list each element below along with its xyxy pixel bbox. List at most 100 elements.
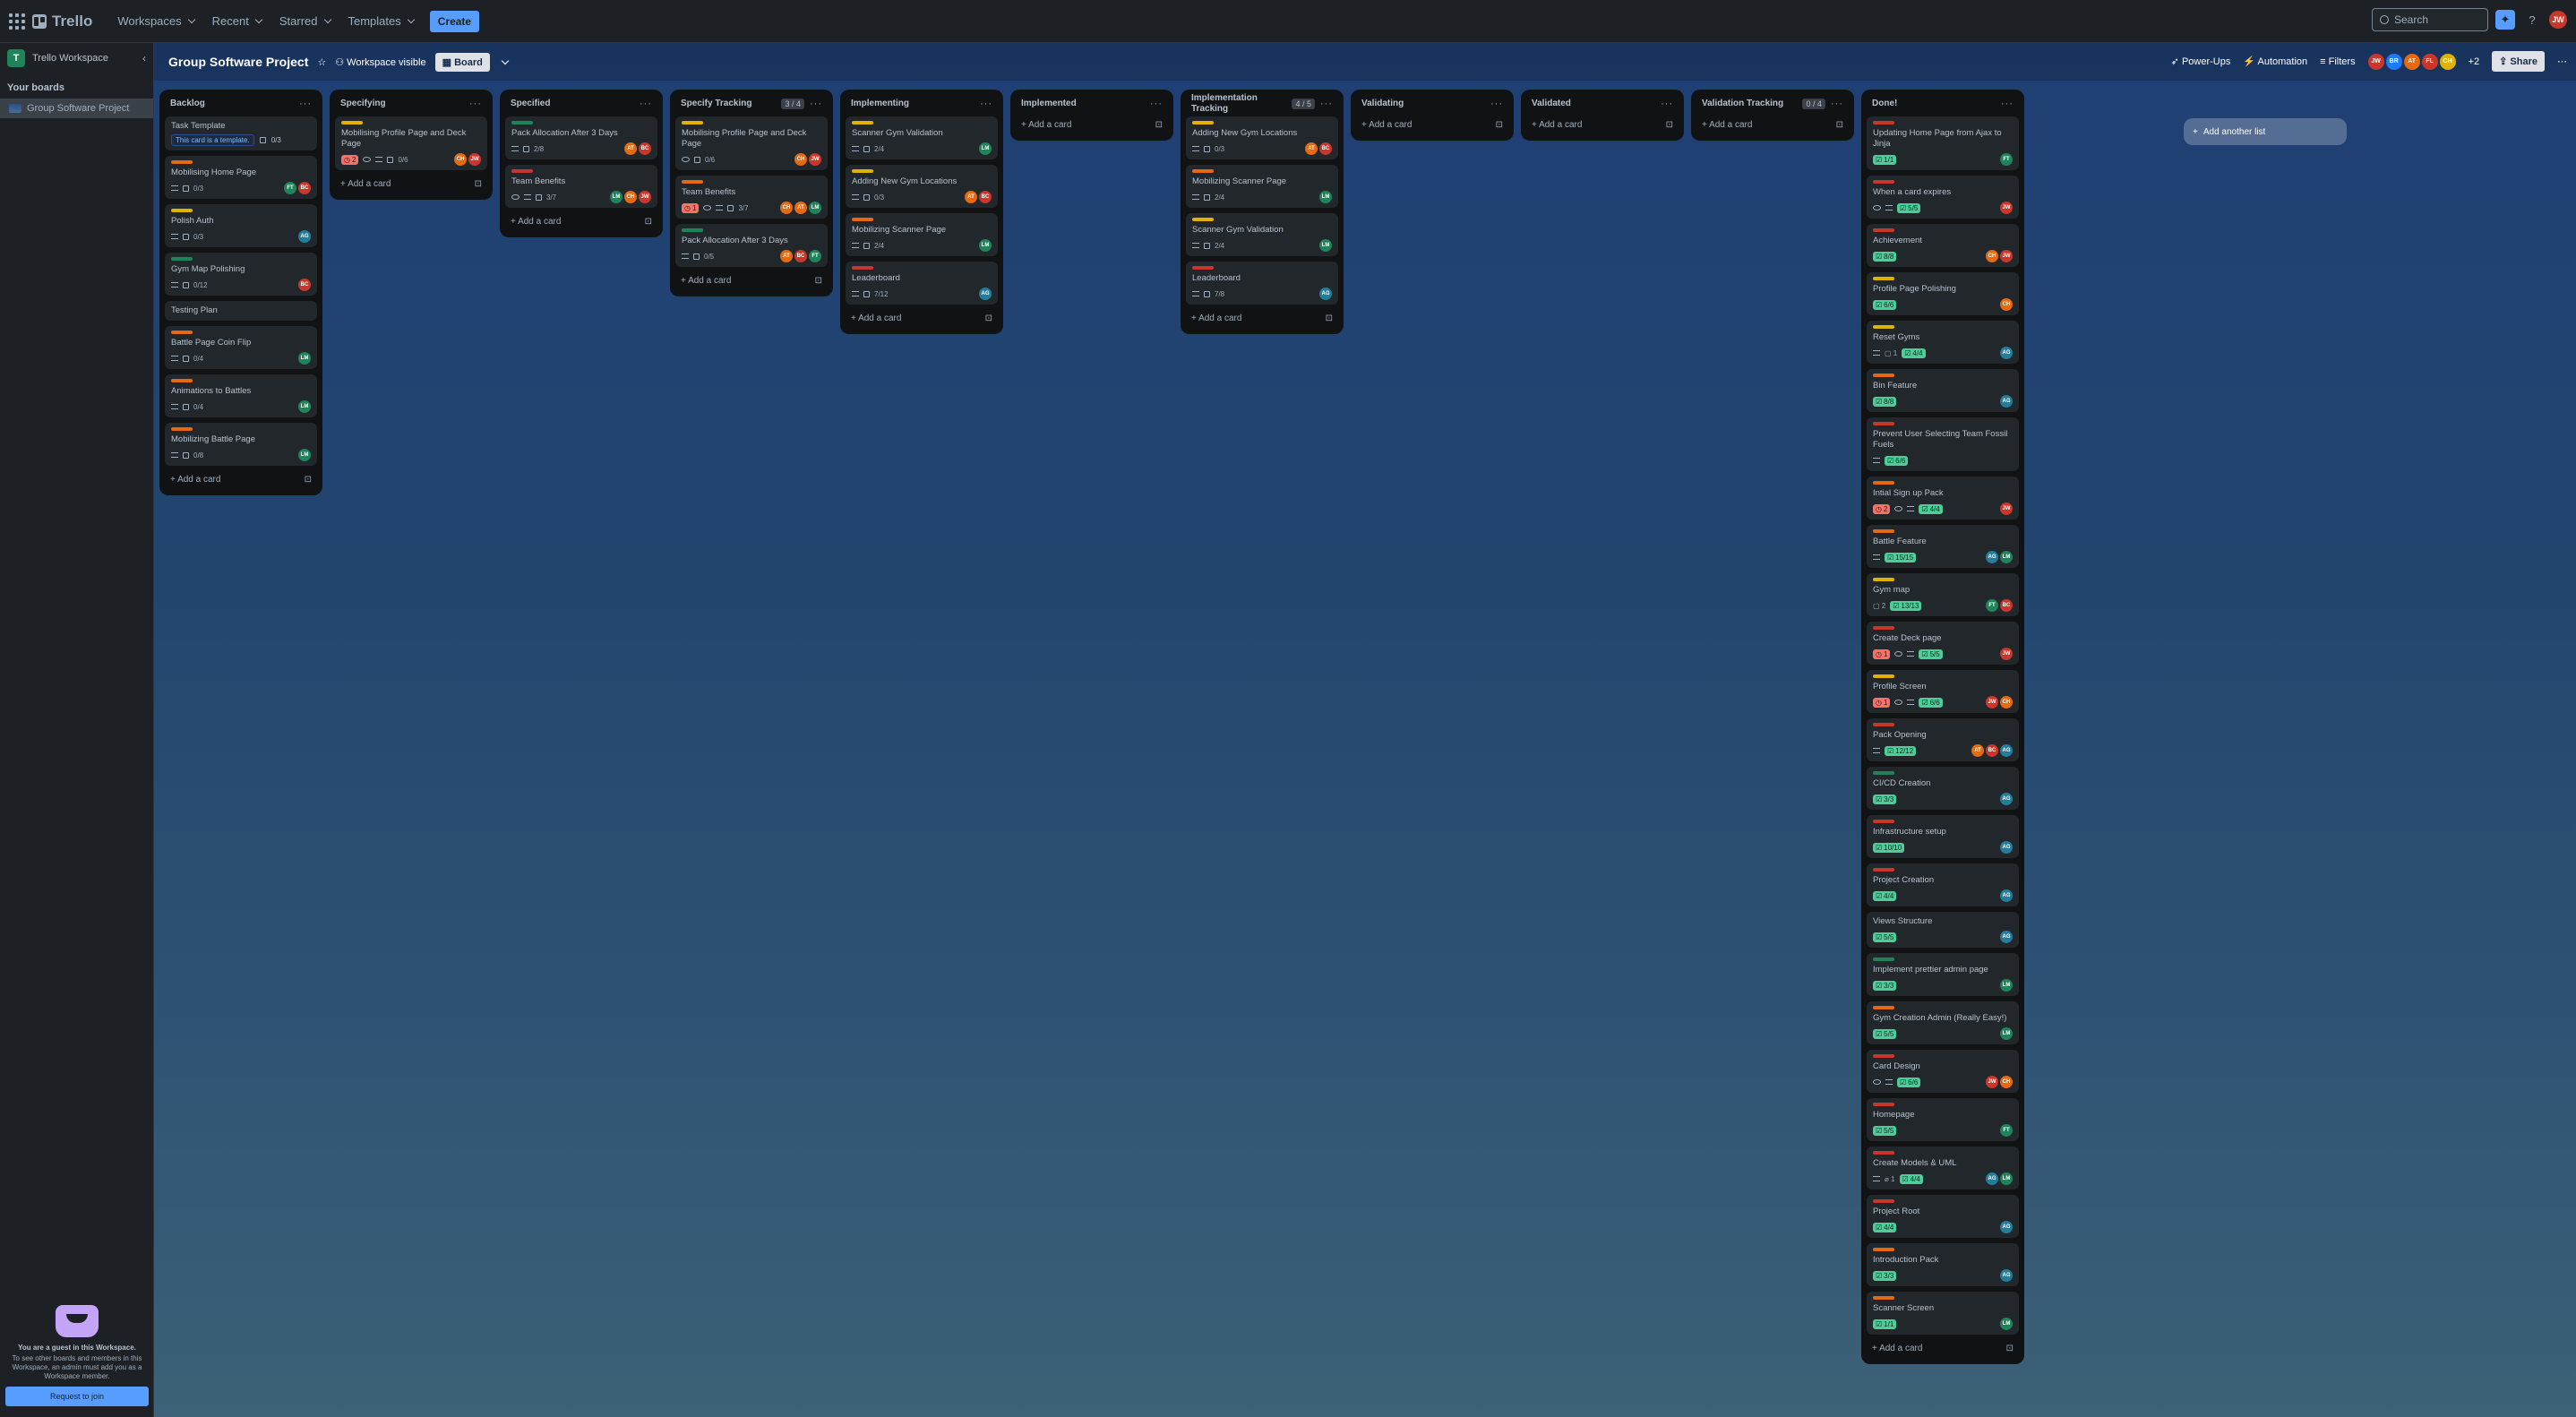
- member-avatar[interactable]: JW: [2000, 502, 2013, 515]
- card-label[interactable]: [171, 257, 193, 261]
- board-view-button[interactable]: ▦ Board: [434, 52, 490, 72]
- sidebar-item-group-software-project[interactable]: Group Software Project: [0, 99, 153, 118]
- card[interactable]: Updating Home Page from Ajax to Jinja ☑ 1/…: [1867, 116, 2019, 170]
- card[interactable]: When a card expires ☑ 5/5 JW: [1867, 176, 2019, 219]
- card[interactable]: Pack Allocation After 3 Days 0/5 AT BC FT: [675, 224, 828, 267]
- card[interactable]: Intial Sign up Pack ◷ 2 ☑ 4/4 JW: [1867, 477, 2019, 520]
- member-avatar[interactable]: LM: [298, 352, 311, 365]
- card[interactable]: Polish Auth 0/3 AG: [165, 204, 317, 247]
- member-avatar[interactable]: JW: [468, 153, 481, 166]
- add-card-button[interactable]: + Add a card ⊡: [165, 471, 317, 488]
- member-avatar[interactable]: CH: [454, 153, 467, 166]
- card-label[interactable]: [1873, 1054, 1894, 1058]
- list-menu-icon[interactable]: ···: [1320, 99, 1333, 109]
- member-avatar[interactable]: LM: [2000, 1172, 2013, 1185]
- add-another-list-button[interactable]: + Add another list: [2184, 118, 2347, 145]
- card[interactable]: Mobilizing Scanner Page 2/4 LM: [1186, 165, 1338, 208]
- member-avatar[interactable]: LM: [809, 202, 821, 214]
- board-members[interactable]: JW BR AT FL CH: [2367, 53, 2456, 70]
- member-avatar[interactable]: CH: [1986, 250, 1998, 262]
- card[interactable]: Profile Page Polishing ☑ 6/6 CH: [1867, 272, 2019, 315]
- card[interactable]: Implement prettier admin page ☑ 3/3 LM: [1867, 953, 2019, 996]
- power-ups-button[interactable]: ➶ Power-Ups: [2171, 56, 2231, 67]
- member-avatar[interactable]: JW: [2000, 250, 2013, 262]
- card[interactable]: Card Design ☑ 6/6 JW CH: [1867, 1050, 2019, 1093]
- trello-logo[interactable]: Trello: [32, 13, 92, 30]
- list-title[interactable]: Validated: [1532, 99, 1571, 109]
- card[interactable]: CI/CD Creation ☑ 3/3 AG: [1867, 767, 2019, 810]
- card-label[interactable]: [1873, 325, 1894, 329]
- add-card-button[interactable]: + Add a card ⊡: [1356, 116, 1508, 133]
- member-avatar[interactable]: CH: [2000, 1076, 2013, 1088]
- card[interactable]: Scanner Gym Validation 2/4 LM: [1186, 213, 1338, 256]
- member-avatar[interactable]: BC: [979, 191, 992, 203]
- card-label[interactable]: [682, 121, 703, 125]
- member-avatar[interactable]: CH: [794, 153, 807, 166]
- member-avatar[interactable]: AT: [794, 202, 807, 214]
- member-avatar[interactable]: AT: [1971, 744, 1984, 757]
- list-menu-icon[interactable]: ···: [810, 99, 822, 109]
- card[interactable]: Scanner Gym Validation 2/4 LM: [846, 116, 998, 159]
- card-label[interactable]: [852, 169, 873, 173]
- member-avatar[interactable]: LM: [979, 239, 992, 252]
- create-from-template-icon[interactable]: ⊡: [2006, 1344, 2014, 1353]
- member-avatar[interactable]: BC: [1986, 744, 1998, 757]
- card-label[interactable]: [511, 121, 533, 125]
- member-avatar[interactable]: BC: [298, 279, 311, 291]
- workspace-visible-button[interactable]: ⚇ Workspace visible: [335, 56, 425, 68]
- member-avatar[interactable]: FL: [2421, 53, 2438, 70]
- list-menu-icon[interactable]: ···: [469, 99, 482, 109]
- member-avatar[interactable]: AG: [2000, 395, 2013, 408]
- member-avatar[interactable]: AG: [2000, 931, 2013, 943]
- templates-menu[interactable]: Templates: [339, 9, 423, 33]
- member-avatar[interactable]: BC: [1319, 142, 1332, 155]
- card-label[interactable]: [171, 160, 193, 164]
- member-avatar[interactable]: BR: [2385, 53, 2402, 70]
- member-avatar[interactable]: AG: [2000, 347, 2013, 359]
- share-button[interactable]: ⇪ Share: [2492, 51, 2545, 72]
- member-avatar[interactable]: JW: [639, 191, 651, 203]
- member-avatar[interactable]: AT: [624, 142, 637, 155]
- create-from-template-icon[interactable]: ⊡: [815, 276, 822, 286]
- create-from-template-icon[interactable]: ⊡: [645, 217, 652, 227]
- card[interactable]: Mobilising Home Page 0/3 FT BC: [165, 156, 317, 199]
- card[interactable]: Gym Creation Admin (Really Easy!) ☑ 5/5 LM: [1867, 1001, 2019, 1044]
- create-from-template-icon[interactable]: ⊡: [1836, 120, 1843, 130]
- member-avatar[interactable]: AG: [2000, 889, 2013, 902]
- workspaces-menu[interactable]: Workspaces: [108, 9, 202, 33]
- member-avatar[interactable]: FT: [2000, 1124, 2013, 1137]
- create-from-template-icon[interactable]: ⊡: [985, 313, 992, 323]
- automation-button[interactable]: ⚡ Automation: [2243, 56, 2307, 67]
- card[interactable]: Mobilising Profile Page and Deck Page ◷ 2 0…: [335, 116, 487, 170]
- card[interactable]: Prevent User Selecting Team Fossil Fuels…: [1867, 417, 2019, 471]
- member-avatar[interactable]: LM: [979, 142, 992, 155]
- card-label[interactable]: [1873, 228, 1894, 232]
- card-label[interactable]: [852, 218, 873, 221]
- list-title[interactable]: Validating: [1361, 99, 1404, 109]
- card-label[interactable]: [682, 180, 703, 184]
- card-label[interactable]: [1873, 723, 1894, 726]
- list-menu-icon[interactable]: ···: [299, 99, 312, 109]
- workspace-name[interactable]: Trello Workspace: [32, 53, 135, 64]
- card[interactable]: Mobilizing Battle Page 0/8 LM: [165, 423, 317, 466]
- app-switcher-icon[interactable]: [9, 13, 25, 30]
- card-label[interactable]: [171, 331, 193, 334]
- card-label[interactable]: [852, 266, 873, 270]
- card-label[interactable]: [1873, 1006, 1894, 1009]
- card[interactable]: Views Structure ☑ 5/5 AG: [1867, 912, 2019, 948]
- member-avatar[interactable]: AG: [2000, 744, 2013, 757]
- member-avatar[interactable]: BC: [298, 182, 311, 194]
- list-title[interactable]: Validation Tracking: [1702, 99, 1783, 109]
- member-avatar[interactable]: AG: [2000, 841, 2013, 854]
- list-title[interactable]: Backlog: [170, 99, 205, 109]
- member-avatar[interactable]: JW: [1986, 1076, 1998, 1088]
- card-label[interactable]: [1873, 277, 1894, 280]
- member-avatar[interactable]: LM: [2000, 551, 2013, 563]
- member-avatar[interactable]: AG: [2000, 1269, 2013, 1282]
- member-avatar[interactable]: FT: [1986, 599, 1998, 612]
- card[interactable]: Scanner Screen ☑ 1/1 LM: [1867, 1292, 2019, 1335]
- card-label[interactable]: [341, 121, 363, 125]
- member-avatar[interactable]: CH: [2000, 696, 2013, 708]
- add-card-button[interactable]: + Add a card ⊡: [1186, 310, 1338, 327]
- member-avatar[interactable]: JW: [809, 153, 821, 166]
